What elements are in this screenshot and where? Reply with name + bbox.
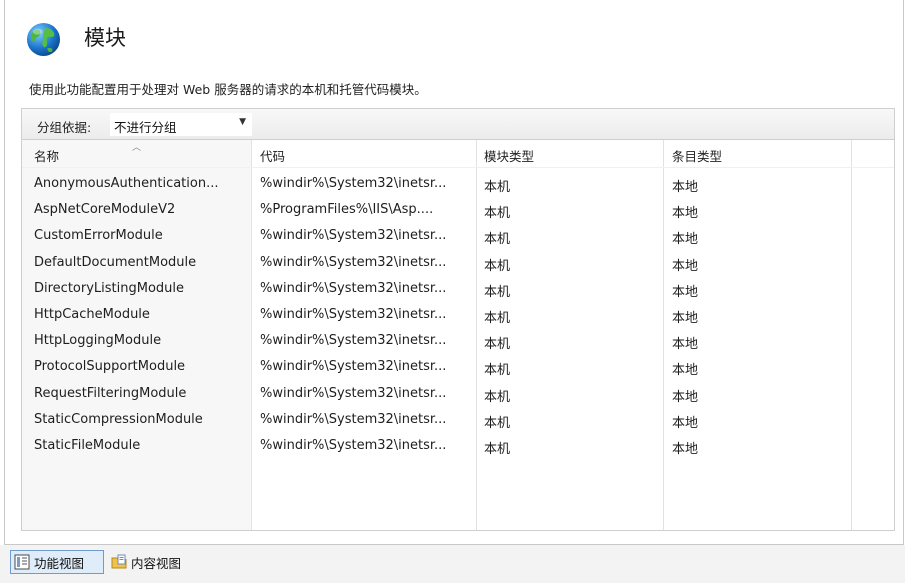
cell-entry-type: 本地 <box>672 206 699 222</box>
page-title: 模块 <box>84 26 126 50</box>
tab-features-view[interactable]: 功能视图 <box>10 550 104 574</box>
table-row[interactable]: HttpCacheModule %windir%\System32\inetsr.… <box>22 305 894 329</box>
column-header-name[interactable]: 名称 <box>34 146 59 165</box>
table-row[interactable]: CustomErrorModule %windir%\System32\inets… <box>22 226 894 250</box>
cell-entry-type: 本地 <box>672 258 699 274</box>
group-by-value: 不进行分组 <box>114 120 177 135</box>
cell-module-type: 本机 <box>484 389 511 405</box>
cell-code: %windir%\System32\inetsr... <box>260 280 447 296</box>
page-description: 使用此功能配置用于处理对 Web 服务器的请求的本机和托管代码模块。 <box>29 82 427 97</box>
cell-name: HttpLoggingModule <box>34 333 162 349</box>
table-row[interactable]: DefaultDocumentModule %windir%\System32\i… <box>22 253 894 277</box>
sort-ascending-icon: ︿ <box>132 143 142 153</box>
cell-entry-type: 本地 <box>672 311 699 326</box>
tab-content-view[interactable]: 内容视图 <box>108 550 202 574</box>
cell-entry-type: 本地 <box>672 415 699 431</box>
column-header-module-type[interactable]: 模块类型 <box>484 146 534 165</box>
cell-name: AspNetCoreModuleV2 <box>34 202 176 218</box>
cell-module-type: 本机 <box>484 232 511 248</box>
cell-entry-type: 本地 <box>672 180 699 195</box>
features-panel: 模块 使用此功能配置用于处理对 Web 服务器的请求的本机和托管代码模块。 分组… <box>4 0 904 545</box>
tab-features-view-label: 功能视图 <box>34 555 85 571</box>
cell-entry-type: 本地 <box>672 284 699 300</box>
tab-content-view-label: 内容视图 <box>131 555 182 571</box>
cell-module-type: 本机 <box>484 337 511 353</box>
modules-list[interactable]: 名称 ︿ 代码 模块类型 条目类型 AnonymousAuthenticatio… <box>21 140 895 531</box>
cell-module-type: 本机 <box>484 180 511 195</box>
table-row[interactable]: AspNetCoreModuleV2 %ProgramFiles%\IIS\Asp… <box>22 200 894 224</box>
cell-name: AnonymousAuthentication... <box>34 176 219 191</box>
table-row[interactable]: ProtocolSupportModule %windir%\System32\i… <box>22 357 894 381</box>
column-header-code[interactable]: 代码 <box>260 146 285 165</box>
cell-name: CustomErrorModule <box>34 228 163 244</box>
table-row[interactable]: StaticCompressionModule %windir%\System32… <box>22 410 894 434</box>
cell-code: %windir%\System32\inetsr... <box>260 254 447 270</box>
cell-name: StaticCompressionModule <box>34 411 203 427</box>
cell-name: RequestFilteringModule <box>34 385 187 401</box>
table-row[interactable]: RequestFilteringModule %windir%\System32\… <box>22 384 894 408</box>
cell-module-type: 本机 <box>484 442 511 457</box>
cell-module-type: 本机 <box>484 363 511 379</box>
table-row[interactable]: DirectoryListingModule %windir%\System32\… <box>22 279 894 303</box>
column-header-entry-type[interactable]: 条目类型 <box>672 146 722 165</box>
cell-entry-type: 本地 <box>672 389 699 405</box>
features-view-icon <box>14 554 30 570</box>
header-divider <box>22 167 894 168</box>
cell-module-type: 本机 <box>484 284 511 300</box>
cell-code: %windir%\System32\inetsr... <box>260 307 447 322</box>
cell-code: %windir%\System32\inetsr... <box>260 385 447 401</box>
cell-name: DefaultDocumentModule <box>34 254 197 270</box>
group-by-dropdown[interactable]: 不进行分组 ▼ <box>110 113 252 136</box>
cell-entry-type: 本地 <box>672 337 699 353</box>
cell-module-type: 本机 <box>484 258 511 274</box>
cell-name: DirectoryListingModule <box>34 280 185 296</box>
content-view-icon <box>111 554 127 569</box>
cell-code: %windir%\System32\inetsr... <box>260 333 447 349</box>
table-row[interactable]: HttpLoggingModule %windir%\System32\inets… <box>22 331 894 355</box>
cell-code: %windir%\System32\inetsr... <box>260 176 447 191</box>
cell-code: %windir%\System32\inetsr... <box>260 411 447 427</box>
cell-name: HttpCacheModule <box>34 307 150 322</box>
cell-name: StaticFileModule <box>34 438 141 453</box>
cell-entry-type: 本地 <box>672 442 699 457</box>
chevron-down-icon[interactable]: ▼ <box>239 117 246 127</box>
cell-code: %windir%\System32\inetsr... <box>260 359 447 375</box>
cell-module-type: 本机 <box>484 415 511 431</box>
cell-code: %windir%\System32\inetsr... <box>260 228 447 244</box>
group-by-toolbar: 分组依据: 不进行分组 ▼ <box>21 108 895 140</box>
table-row[interactable]: AnonymousAuthentication... %windir%\Syste… <box>22 174 894 198</box>
cell-module-type: 本机 <box>484 311 511 326</box>
cell-entry-type: 本地 <box>672 232 699 248</box>
cell-entry-type: 本地 <box>672 363 699 379</box>
cell-module-type: 本机 <box>484 206 511 222</box>
table-row[interactable]: StaticFileModule %windir%\System32\inetsr… <box>22 436 894 460</box>
group-by-label: 分组依据: <box>37 120 92 135</box>
cell-name: ProtocolSupportModule <box>34 359 186 375</box>
cell-code: %windir%\System32\inetsr... <box>260 438 447 453</box>
globe-icon <box>26 22 61 57</box>
cell-code: %ProgramFiles%\IIS\Asp.... <box>260 202 434 218</box>
view-switcher-bar: 功能视图 内容视图 <box>0 545 905 583</box>
